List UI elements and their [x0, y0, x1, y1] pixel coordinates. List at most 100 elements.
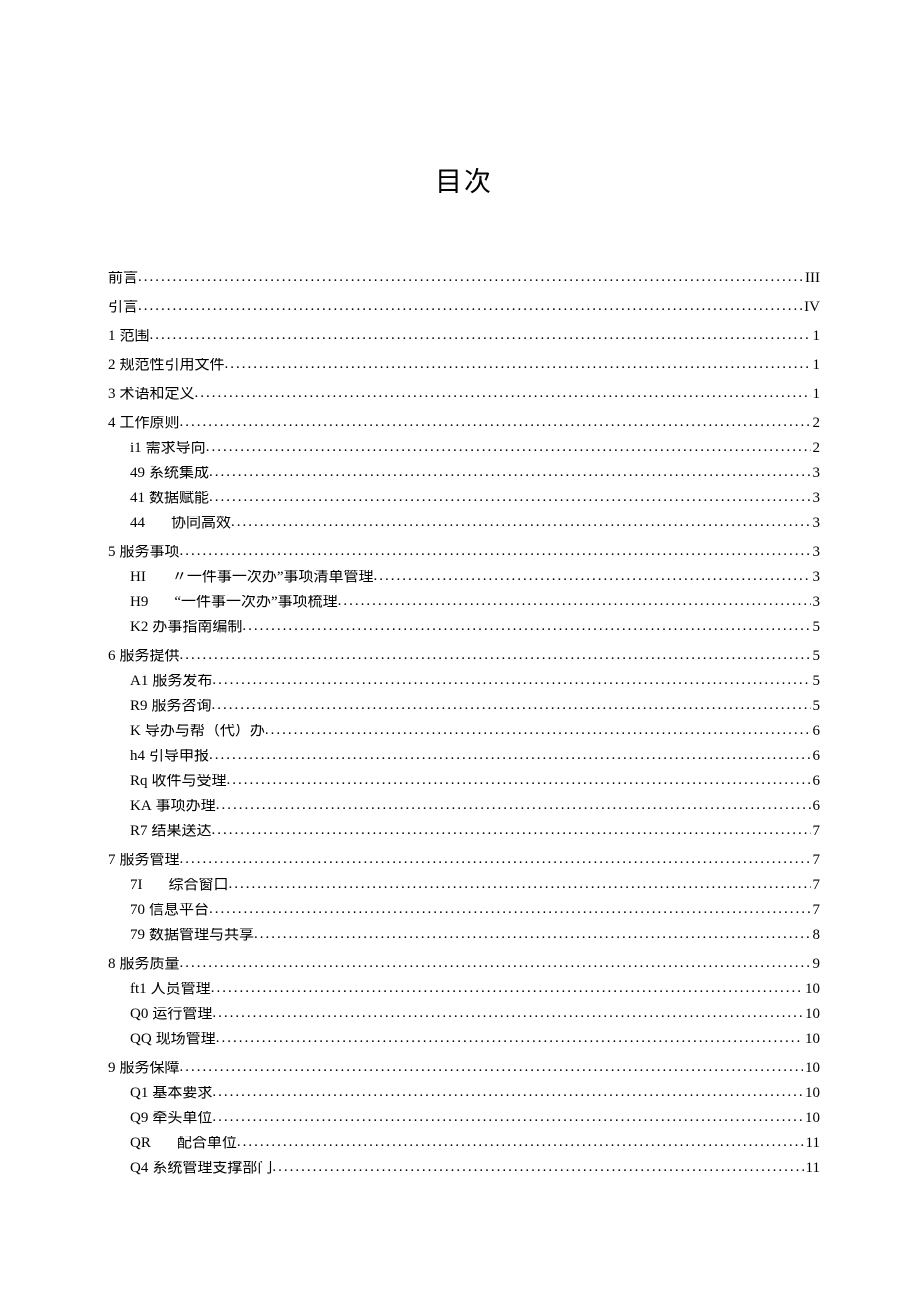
toc-entry-number: H9 [130, 595, 148, 610]
toc-row: Q0运行管理10 [108, 1007, 820, 1022]
toc-entry-label: 基本要求 [152, 1086, 212, 1101]
toc-entry-page: 1 [811, 358, 821, 373]
toc-entry-page: 9 [811, 957, 821, 972]
toc-leader [150, 329, 811, 343]
toc-row: 41数据赋能3 [108, 491, 820, 506]
toc-row: 引言IV [108, 300, 820, 315]
toc-entry-label: 结果送达 [152, 824, 212, 839]
toc-entry-label: 〃一件事一次办”事项清单管理 [172, 570, 374, 585]
toc-row: 44协同高效3 [108, 516, 820, 531]
toc-entry-page: 5 [811, 699, 821, 714]
toc-entry-label: 服务质量 [120, 957, 180, 972]
toc-entry-label: 引言 [108, 300, 138, 315]
toc-leader [272, 1161, 803, 1175]
toc-entry-page: 1 [811, 387, 821, 402]
toc-entry-page: 2 [811, 441, 821, 456]
toc-entry-page: III [803, 271, 820, 286]
toc-entry-page: 5 [811, 674, 821, 689]
toc-row: 3 术语和定义 1 [108, 387, 820, 402]
toc-entry-label: 范围 [120, 329, 150, 344]
toc-entry-page: 10 [803, 1007, 820, 1022]
toc-page: 目次 前言III引言IV1范围12规范性引用文件13术语和定义14工作原则2i1… [0, 0, 920, 1256]
toc-row: A1服务发布5 [108, 674, 820, 689]
toc-entry-label: 数据赋能 [149, 491, 209, 506]
toc-leader [242, 620, 810, 634]
toc-row: QR 配合单位 11 [108, 1136, 820, 1151]
toc-row: i1需求导向2 [108, 441, 820, 456]
toc-row: 前言III [108, 271, 820, 286]
toc-entry-label: 收件与受理 [152, 774, 227, 789]
toc-entry-page: 7 [811, 903, 821, 918]
toc-leader [374, 570, 811, 584]
toc-entry-number: R9 [130, 699, 148, 714]
toc-entry-number: Rq [130, 774, 148, 789]
toc-entry-label: 服务提供 [120, 649, 180, 664]
toc-leader [338, 595, 811, 609]
toc-row: K导办与帮（代）办6 [108, 724, 820, 739]
toc-row: 9服务保障10 [108, 1061, 820, 1076]
toc-entry-number: A1 [130, 674, 148, 689]
toc-entry-page: 3 [811, 545, 821, 560]
toc-row: 6 服务提供 5 [108, 649, 820, 664]
toc-row: K2办事指南编制5 [108, 620, 820, 635]
toc-entry-number: 4 [108, 416, 116, 431]
toc-leader [212, 674, 810, 688]
toc-row: Rq收件与受理6 [108, 774, 820, 789]
toc-entry-label: 现场管理 [156, 1032, 216, 1047]
toc-entry-page: 11 [804, 1136, 820, 1151]
toc-entry-page: 7 [811, 853, 821, 868]
toc-row: H9“一件事一次办”事项梳理3 [108, 595, 820, 610]
toc-entry-page: 10 [803, 1086, 820, 1101]
toc-entry-number: 2 [108, 358, 116, 373]
toc-entry-number: 70 [130, 903, 145, 918]
toc-entry-number: 79 [130, 928, 145, 943]
toc-leader [216, 1032, 803, 1046]
toc-row: 2 规范性引用文件 1 [108, 358, 820, 373]
toc-leader [180, 649, 811, 663]
toc-entry-label: 规范性引用文件 [120, 358, 225, 373]
toc-entry-label: 运行管理 [152, 1007, 212, 1022]
toc-entry-page: 7 [811, 878, 821, 893]
toc-leader [225, 358, 811, 372]
toc-entry-page: 3 [811, 516, 821, 531]
toc-row: HI〃一件事一次办”事项清单管理3 [108, 570, 820, 585]
toc-entry-number: 7 [108, 853, 116, 868]
toc-row: 7I综合窗口7 [108, 878, 820, 893]
toc-entry-label: “一件事一次办”事项梳理 [174, 595, 337, 610]
toc-entry-page: 11 [804, 1161, 820, 1176]
toc-leader [138, 271, 803, 285]
toc-entry-page: 5 [811, 649, 821, 664]
toc-row: R9服务咨询5 [108, 699, 820, 714]
toc-entry-label: 引导申报 [149, 749, 209, 764]
toc-entry-label: 系统管理支撑部门 [152, 1161, 272, 1176]
toc-entry-page: 10 [803, 982, 820, 997]
toc-leader [212, 1111, 803, 1125]
toc-entry-number: 6 [108, 649, 116, 664]
toc-row: 49系统集成3 [108, 466, 820, 481]
toc-row: 4工作原则2 [108, 416, 820, 431]
toc-row: R7结果送达7 [108, 824, 820, 839]
toc-leader [180, 1061, 803, 1075]
toc-leader [212, 1086, 803, 1100]
toc-entry-page: 1 [811, 329, 821, 344]
toc-entry-number: K [130, 724, 141, 739]
toc-entry-label: 术语和定义 [120, 387, 195, 402]
toc-leader [237, 1136, 804, 1150]
toc-entry-label: 配合单位 [177, 1136, 237, 1151]
toc-entry-number: i1 [130, 441, 142, 456]
toc-leader [180, 853, 811, 867]
toc-leader [209, 749, 810, 763]
toc-entry-label: 数据管理与共享 [149, 928, 254, 943]
toc-entry-number: 7I [130, 878, 143, 893]
toc-leader [180, 957, 811, 971]
toc-entry-label: 人员管理 [151, 982, 211, 997]
toc-row: QQ现场管理10 [108, 1032, 820, 1047]
toc-row: 1范围1 [108, 329, 820, 344]
toc-entry-number: QR [130, 1136, 151, 1151]
toc-entry-number: QQ [130, 1032, 152, 1047]
toc-entry-number: 3 [108, 387, 116, 402]
toc-leader [211, 982, 803, 996]
toc-entry-label: 服务管理 [120, 853, 180, 868]
toc-list: 前言III引言IV1范围12规范性引用文件13术语和定义14工作原则2i1需求导… [108, 271, 820, 1176]
toc-entry-label: 信息平台 [149, 903, 209, 918]
